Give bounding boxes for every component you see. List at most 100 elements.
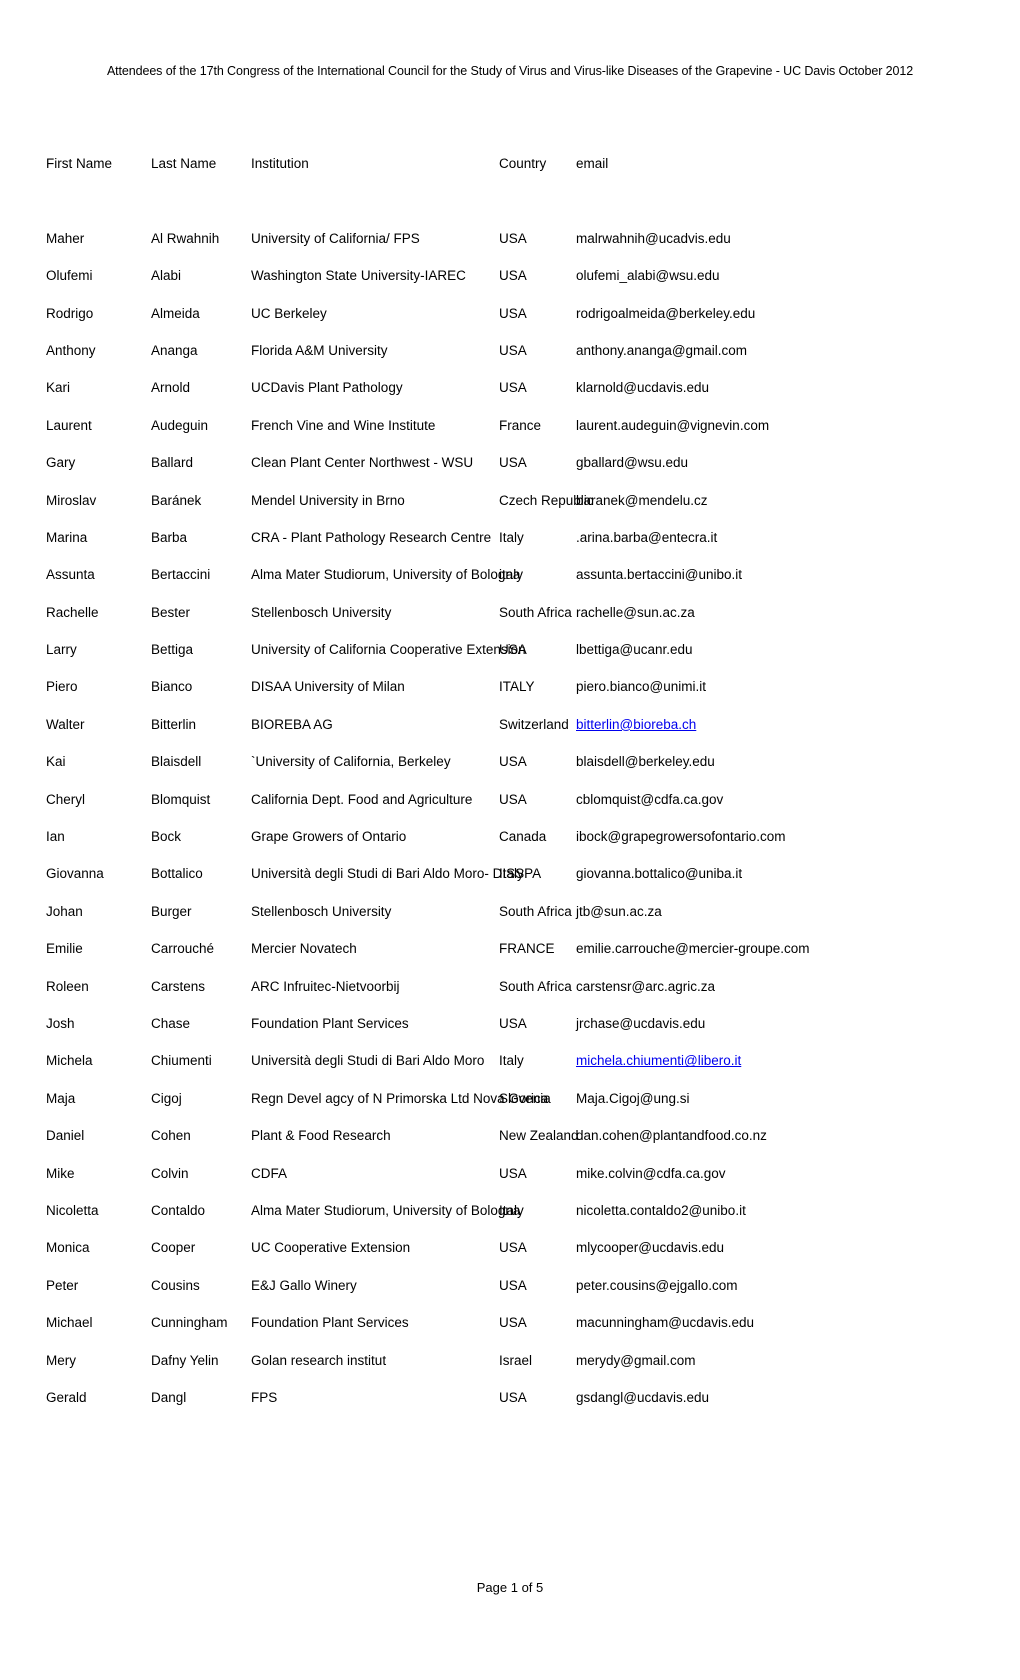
table-header-row: First Name Last Name Institution Country… <box>46 148 946 172</box>
attendee-institution: DISAA University of Milan <box>251 679 405 695</box>
attendee-last-name: Audeguin <box>151 417 209 433</box>
attendee-country: Canada <box>499 829 547 845</box>
column-header-institution: Institution <box>251 156 309 171</box>
attendee-first-name: Gary <box>46 455 76 471</box>
attendee-institution: Mendel University in Brno <box>251 492 405 508</box>
attendee-country: Italy <box>499 1053 524 1069</box>
attendee-last-name: Dangl <box>151 1389 187 1405</box>
attendee-last-name: Alabi <box>151 268 182 284</box>
attendee-institution: UC Berkeley <box>251 305 327 321</box>
attendee-first-name: Piero <box>46 679 78 695</box>
attendee-first-name: Olufemi <box>46 268 93 284</box>
attendee-last-name: Al Rwahnih <box>151 230 220 246</box>
attendee-email: gballard@wsu.edu <box>576 455 689 471</box>
table-row: Mike Colvin CDFA USA mike.colvin@cdfa.ca.gov <box>46 1144 946 1181</box>
attendee-last-name: Ballard <box>151 455 194 471</box>
attendee-country: italy <box>499 567 524 583</box>
table-row: Walter Bitterlin BIOREBA AG Switzerland bitt… <box>46 695 946 732</box>
attendee-email: rachelle@sun.ac.za <box>576 604 695 620</box>
table-row: Michela Chiumenti Università degli Studi d… <box>46 1032 946 1069</box>
attendee-email[interactable]: bitterlin@bioreba.ch <box>576 695 946 732</box>
attendee-email: klarnold@ucdavis.edu <box>576 380 710 396</box>
attendee-country: USA <box>499 1389 527 1405</box>
table-row: Gary Ballard Clean Plant Center Northwest … <box>46 434 946 471</box>
attendee-last-name: Blomquist <box>151 791 211 807</box>
attendee-email: cblomquist@cdfa.ca.gov <box>576 791 724 807</box>
table-row: Olufemi Alabi Washington State University-… <box>46 247 946 284</box>
column-header-country: Country <box>499 156 547 171</box>
table-header: First Name Last Name Institution Country… <box>46 148 946 172</box>
attendee-email: giovanna.bottalico@uniba.it <box>576 866 743 882</box>
attendee-last-name: Carrouché <box>151 941 215 957</box>
table-row: Kari Arnold UCDavis Plant Pathology USA klar… <box>46 359 946 396</box>
attendee-country: ITALY <box>499 679 535 695</box>
attendee-institution: BIOREBA AG <box>251 716 333 732</box>
email-link[interactable]: bitterlin@bioreba.ch <box>576 717 696 732</box>
attendee-country: Slovenia <box>499 1090 551 1106</box>
attendee-country: Italy <box>499 1202 524 1218</box>
attendee-first-name: Kari <box>46 380 71 396</box>
attendee-country: USA <box>499 230 527 246</box>
table-row: Piero Bianco DISAA University of Milan ITAL… <box>46 658 946 695</box>
table-row: Josh Chase Foundation Plant Services USA jrc… <box>46 995 946 1032</box>
attendee-country: USA <box>499 1277 527 1293</box>
attendee-institution: Clean Plant Center Northwest - WSU <box>251 455 474 471</box>
attendee-first-name: Ian <box>46 829 65 845</box>
attendee-country: South Africa <box>499 604 572 620</box>
table-row: Roleen Carstens ARC Infruitec-Nietvoorbij S… <box>46 957 946 994</box>
attendee-country: USA <box>499 1240 527 1256</box>
table-row: Ian Bock Grape Growers of Ontario Canada ibo… <box>46 808 946 845</box>
attendee-email: Maja.Cigoj@ung.si <box>576 1090 690 1106</box>
attendee-institution: E&J Gallo Winery <box>251 1277 357 1293</box>
attendee-first-name: Peter <box>46 1277 79 1293</box>
attendee-institution: Foundation Plant Services <box>251 1315 409 1331</box>
attendee-institution: Alma Mater Studiorum, University of Bolo… <box>251 567 521 583</box>
attendee-email: macunningham@ucdavis.edu <box>576 1315 755 1331</box>
attendee-institution: California Dept. Food and Agriculture <box>251 791 473 807</box>
attendee-first-name: Johan <box>46 903 83 919</box>
attendee-last-name: Almeida <box>151 305 200 321</box>
attendee-last-name: Chase <box>151 1015 191 1031</box>
attendee-first-name: Assunta <box>46 567 95 583</box>
document-page: Attendees of the 17th Congress of the In… <box>0 0 1020 1680</box>
attendee-last-name: Bianco <box>151 679 193 695</box>
attendee-last-name: Blaisdell <box>151 754 202 770</box>
attendee-last-name: Bettiga <box>151 642 194 658</box>
attendee-first-name: Emilie <box>46 941 83 957</box>
attendee-country: USA <box>499 1015 527 1031</box>
attendee-institution: UC Cooperative Extension <box>251 1240 411 1256</box>
table-row: Marina Barba CRA - Plant Pathology Researc… <box>46 509 946 546</box>
attendee-last-name: Carstens <box>151 978 206 994</box>
attendee-last-name: Cohen <box>151 1128 191 1144</box>
attendee-email: mlycooper@ucdavis.edu <box>576 1240 725 1256</box>
attendee-email: peter.cousins@ejgallo.com <box>576 1277 738 1293</box>
attendees-table: First Name Last Name Institution Country… <box>46 148 946 1406</box>
attendee-institution: French Vine and Wine Institute <box>251 417 436 433</box>
attendee-institution: Foundation Plant Services <box>251 1015 409 1031</box>
attendee-email[interactable]: michela.chiumenti@libero.it <box>576 1032 946 1069</box>
attendee-email: assunta.bertaccini@unibo.it <box>576 567 743 583</box>
attendee-first-name: Rachelle <box>46 604 99 620</box>
attendee-country: New Zealand <box>499 1128 579 1144</box>
table-row: Peter Cousins E&J Gallo Winery USA peter.cou… <box>46 1256 946 1293</box>
attendee-email: jtb@sun.ac.za <box>576 903 662 919</box>
table-row: Emilie Carrouché Mercier Novatech FRANCE emi… <box>46 920 946 957</box>
table-row: Maja Cigoj Regn Devel agcy of N Primorska … <box>46 1069 946 1106</box>
attendee-email: nicoletta.contaldo2@unibo.it <box>576 1202 746 1218</box>
attendee-country: USA <box>499 380 527 396</box>
table-row: Rachelle Bester Stellenbosch University Sou… <box>46 583 946 620</box>
attendee-country: USA <box>499 791 527 807</box>
attendee-institution: Regn Devel agcy of N Primorska Ltd Nova … <box>251 1090 549 1106</box>
attendee-first-name: Monica <box>46 1240 90 1256</box>
attendee-last-name: Colvin <box>151 1165 189 1181</box>
table-row: Cheryl Blomquist California Dept. Food and… <box>46 770 946 807</box>
table-row: Monica Cooper UC Cooperative Extension USA m… <box>46 1219 946 1256</box>
attendee-last-name: Cunningham <box>151 1315 228 1331</box>
attendee-last-name: Cooper <box>151 1240 196 1256</box>
attendee-last-name: Cigoj <box>151 1090 182 1106</box>
table-row: Kai Blaisdell `University of California, B… <box>46 733 946 770</box>
email-link[interactable]: michela.chiumenti@libero.it <box>576 1053 741 1068</box>
attendee-first-name: Miroslav <box>46 492 97 508</box>
table-row: Miroslav Baránek Mendel University in Brno… <box>46 471 946 508</box>
table-row: Nicoletta Contaldo Alma Mater Studiorum, U… <box>46 1182 946 1219</box>
